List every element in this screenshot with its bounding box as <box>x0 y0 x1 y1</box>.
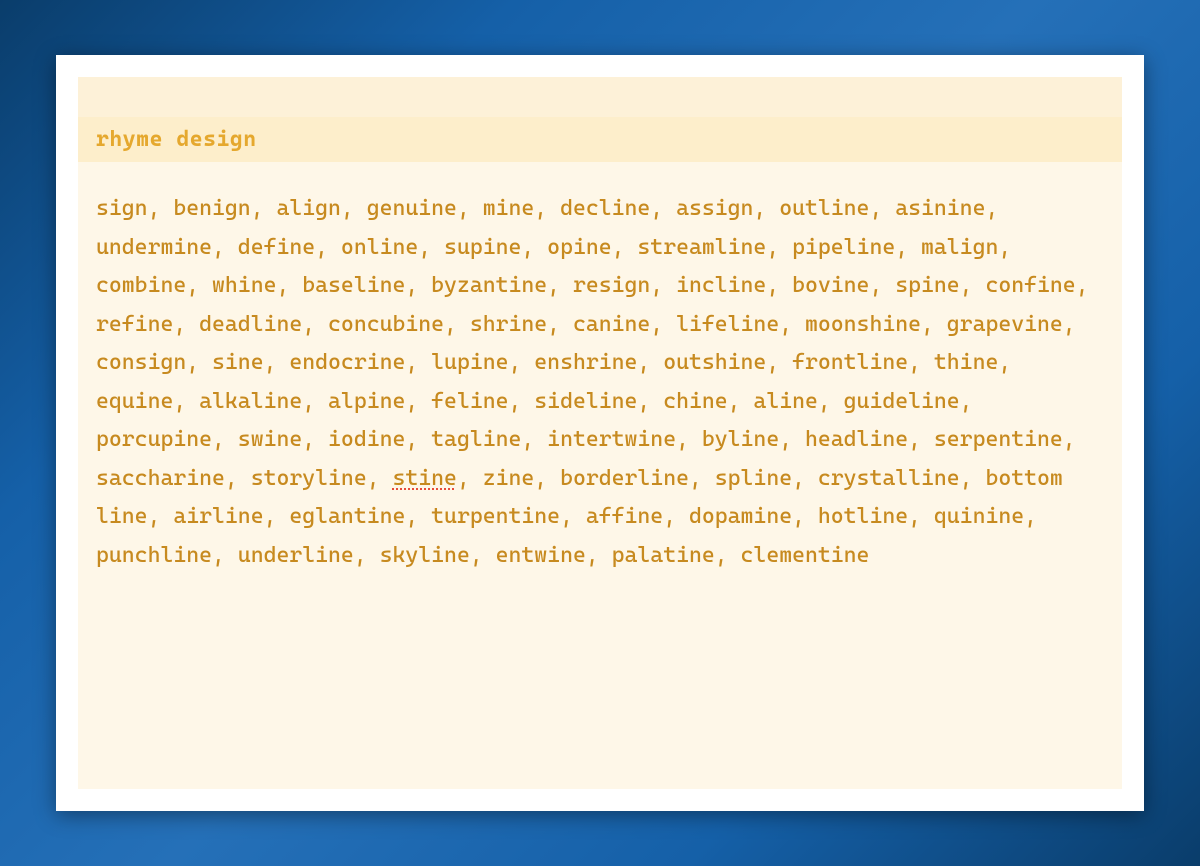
rhyme-word: opine <box>547 235 611 260</box>
rhyme-word: turpentine <box>431 504 560 529</box>
rhyme-word: porcupine <box>96 427 212 452</box>
rhyme-word: sine <box>212 350 264 375</box>
rhyme-word: borderline <box>560 466 689 491</box>
rhyme-word: sign <box>96 196 148 221</box>
rhyme-word: tagline <box>431 427 521 452</box>
rhyme-word: streamline <box>637 235 766 260</box>
rhyme-word: frontline <box>792 350 908 375</box>
rhyme-word: hotline <box>818 504 908 529</box>
rhyme-word: affine <box>586 504 663 529</box>
rhyme-word: mine <box>483 196 535 221</box>
rhyme-word: crystalline <box>818 466 960 491</box>
rhyme-word: define <box>238 235 315 260</box>
document-inner: rhyme design sign, benign, align, genuin… <box>78 77 1122 789</box>
rhyme-word: deadline <box>199 312 302 337</box>
rhyme-word: grapevine <box>947 312 1063 337</box>
title-text: rhyme design <box>96 127 257 152</box>
rhyme-word: headline <box>805 427 908 452</box>
rhyme-word: consign <box>96 350 186 375</box>
rhyme-word: underline <box>238 543 354 568</box>
rhyme-word: thine <box>934 350 998 375</box>
rhyme-word: incline <box>676 273 766 298</box>
rhyme-word: saccharine <box>96 466 225 491</box>
rhyme-word: swine <box>238 427 302 452</box>
rhyme-word: resign <box>573 273 650 298</box>
rhyme-word: refine <box>96 312 173 337</box>
rhyme-word: feline <box>431 389 508 414</box>
rhyme-word: align <box>276 196 340 221</box>
rhyme-word: pipeline <box>792 235 895 260</box>
rhyme-word: aline <box>753 389 817 414</box>
rhyme-word: alkaline <box>199 389 302 414</box>
rhyme-word: supine <box>444 235 521 260</box>
rhyme-word: quinine <box>934 504 1024 529</box>
rhyme-word: dopamine <box>689 504 792 529</box>
rhyme-word: equine <box>96 389 173 414</box>
rhyme-word: canine <box>573 312 650 337</box>
rhyme-word: moonshine <box>805 312 921 337</box>
rhyme-word: benign <box>173 196 250 221</box>
rhyme-word: combine <box>96 273 186 298</box>
rhyme-word: bovine <box>792 273 869 298</box>
rhyme-word: malign <box>921 235 998 260</box>
rhyme-word: assign <box>676 196 753 221</box>
rhyme-word: asinine <box>895 196 985 221</box>
rhyme-word: shrine <box>470 312 547 337</box>
rhyme-word: sideline <box>534 389 637 414</box>
rhyme-word: spine <box>895 273 959 298</box>
rhyme-word: punchline <box>96 543 212 568</box>
rhyme-word: genuine <box>367 196 457 221</box>
rhyme-word: whine <box>212 273 276 298</box>
rhyme-word: alpine <box>328 389 405 414</box>
rhyme-word: baseline <box>302 273 405 298</box>
rhyme-word: eglantine <box>289 504 405 529</box>
rhyme-word: zine <box>483 466 535 491</box>
rhyme-word: online <box>341 235 418 260</box>
rhyme-word: outline <box>779 196 869 221</box>
rhyme-word: intertwine <box>547 427 676 452</box>
rhyme-word: decline <box>560 196 650 221</box>
rhyme-word: clementine <box>741 543 870 568</box>
rhyme-word: spline <box>715 466 792 491</box>
rhyme-word: outshine <box>663 350 766 375</box>
rhyme-word: serpentine <box>934 427 1063 452</box>
rhyme-word: chine <box>663 389 727 414</box>
rhyme-word: lupine <box>431 350 508 375</box>
rhyme-word: iodine <box>328 427 405 452</box>
rhyme-word: enshrine <box>534 350 637 375</box>
title-bar: rhyme design <box>78 117 1122 162</box>
rhyme-word: airline <box>173 504 263 529</box>
rhyme-word: concubine <box>328 312 444 337</box>
rhyme-word: skyline <box>380 543 470 568</box>
rhyme-word: byline <box>702 427 779 452</box>
word-list-content: sign, benign, align, genuine, mine, decl… <box>78 162 1122 593</box>
rhyme-word-misspelled: stine <box>392 466 456 491</box>
document-card: rhyme design sign, benign, align, genuin… <box>56 55 1144 811</box>
header-spacer <box>78 77 1122 117</box>
rhyme-word: confine <box>985 273 1075 298</box>
rhyme-word: endocrine <box>289 350 405 375</box>
rhyme-word: guideline <box>844 389 960 414</box>
rhyme-word: lifeline <box>676 312 779 337</box>
rhyme-word: palatine <box>612 543 715 568</box>
rhyme-word: undermine <box>96 235 212 260</box>
rhyme-word: byzantine <box>431 273 547 298</box>
rhyme-word: storyline <box>251 466 367 491</box>
rhyme-word: entwine <box>496 543 586 568</box>
